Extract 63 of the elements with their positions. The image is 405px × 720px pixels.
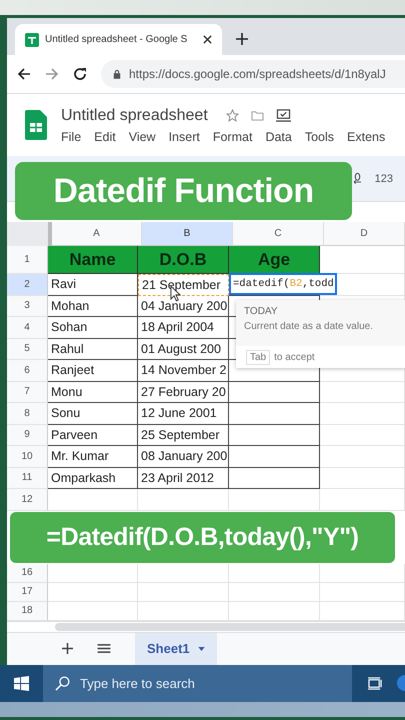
row-header[interactable]: 8 xyxy=(7,403,48,424)
table-cell: Monu xyxy=(48,382,138,403)
table-cell: Sonu xyxy=(48,403,138,424)
table-cell: Mohan xyxy=(48,296,138,317)
title-banner: Datedif Function xyxy=(15,162,352,220)
column-header[interactable]: B xyxy=(142,222,233,246)
table-cell: Ravi xyxy=(48,274,138,296)
table-cell: 23 April 2012 xyxy=(138,468,229,489)
table-cell: Omparkash xyxy=(48,468,138,489)
row-header[interactable]: 3 xyxy=(7,296,48,317)
menu-item[interactable]: Insert xyxy=(168,130,200,144)
suggestion-popup[interactable]: TODAY Current date as a date value. Tab to accept xyxy=(236,300,405,368)
number-format-button[interactable]: 123 xyxy=(374,172,393,184)
address-field[interactable]: https://docs.google.com/spreadsheets/d/1n8yalJ xyxy=(101,60,405,88)
hint-text: to accept xyxy=(274,352,315,362)
menu-item[interactable]: View xyxy=(128,130,156,144)
row-header[interactable]: 17 xyxy=(7,582,48,602)
document-title[interactable]: Untitled spreadsheet xyxy=(61,106,208,124)
header-cell: Age xyxy=(229,246,320,274)
row-header[interactable]: 2 xyxy=(7,274,48,296)
column-header[interactable]: D xyxy=(324,222,405,246)
row-header[interactable]: 7 xyxy=(7,382,48,403)
table-cell: Sohan xyxy=(48,317,138,338)
key-label: Tab xyxy=(246,350,270,364)
taskbar-search-field[interactable]: Type here to search xyxy=(43,664,352,702)
menu-item[interactable]: Edit xyxy=(94,130,116,144)
table-cell: 18 April 2004 xyxy=(138,317,229,338)
row-header[interactable]: 16 xyxy=(7,564,48,582)
function-description: Current date as a date value. xyxy=(244,321,374,332)
table-cell: 01 August 200 xyxy=(138,338,229,360)
row-header[interactable]: 5 xyxy=(7,338,48,360)
table-cell: 27 February 20 xyxy=(138,382,229,403)
function-name: TODAY xyxy=(244,306,279,317)
row-header[interactable]: 18 xyxy=(7,602,48,620)
row-header[interactable]: 10 xyxy=(7,446,48,468)
table-cell: 14 November 2 xyxy=(138,360,229,382)
header-cell: D.O.B xyxy=(138,246,229,274)
table-cell: Mr. Kumar xyxy=(48,446,138,468)
column-header[interactable]: C xyxy=(233,222,324,246)
menu-item[interactable]: Tools xyxy=(304,130,334,144)
column-header[interactable]: A xyxy=(52,222,142,246)
row-header[interactable]: 9 xyxy=(7,424,48,446)
row-header[interactable]: 1 xyxy=(7,246,48,274)
row-header[interactable]: 4 xyxy=(7,317,48,338)
sheet-tab[interactable]: Sheet1 xyxy=(135,632,217,664)
row-header[interactable]: 12 xyxy=(7,489,48,510)
table-cell: 25 September xyxy=(138,424,229,446)
tab-title: Untitled spreadsheet - Google S xyxy=(45,34,188,45)
browser-tab[interactable]: Untitled spreadsheet - Google S xyxy=(15,24,222,55)
menu-item[interactable]: File xyxy=(61,130,82,144)
table-cell: 12 June 2001 xyxy=(138,403,229,424)
row-header[interactable]: 6 xyxy=(7,360,48,382)
menu-item[interactable]: Extens xyxy=(347,130,386,144)
table-cell: 08 January 200 xyxy=(138,446,229,468)
menu-item[interactable]: Format xyxy=(212,130,252,144)
table-cell: Ranjeet xyxy=(48,360,138,382)
row-header[interactable]: 11 xyxy=(7,468,48,489)
header-cell: Name xyxy=(48,246,138,274)
menu-item[interactable]: Data xyxy=(265,130,292,144)
formula-banner: =Datedif(D.O.B,today(),"Y") xyxy=(10,512,395,563)
table-cell: Parveen xyxy=(48,424,138,446)
cell-editor-field[interactable]: =datedif(B2,todd xyxy=(229,273,337,295)
table-cell: Rahul xyxy=(48,338,138,360)
